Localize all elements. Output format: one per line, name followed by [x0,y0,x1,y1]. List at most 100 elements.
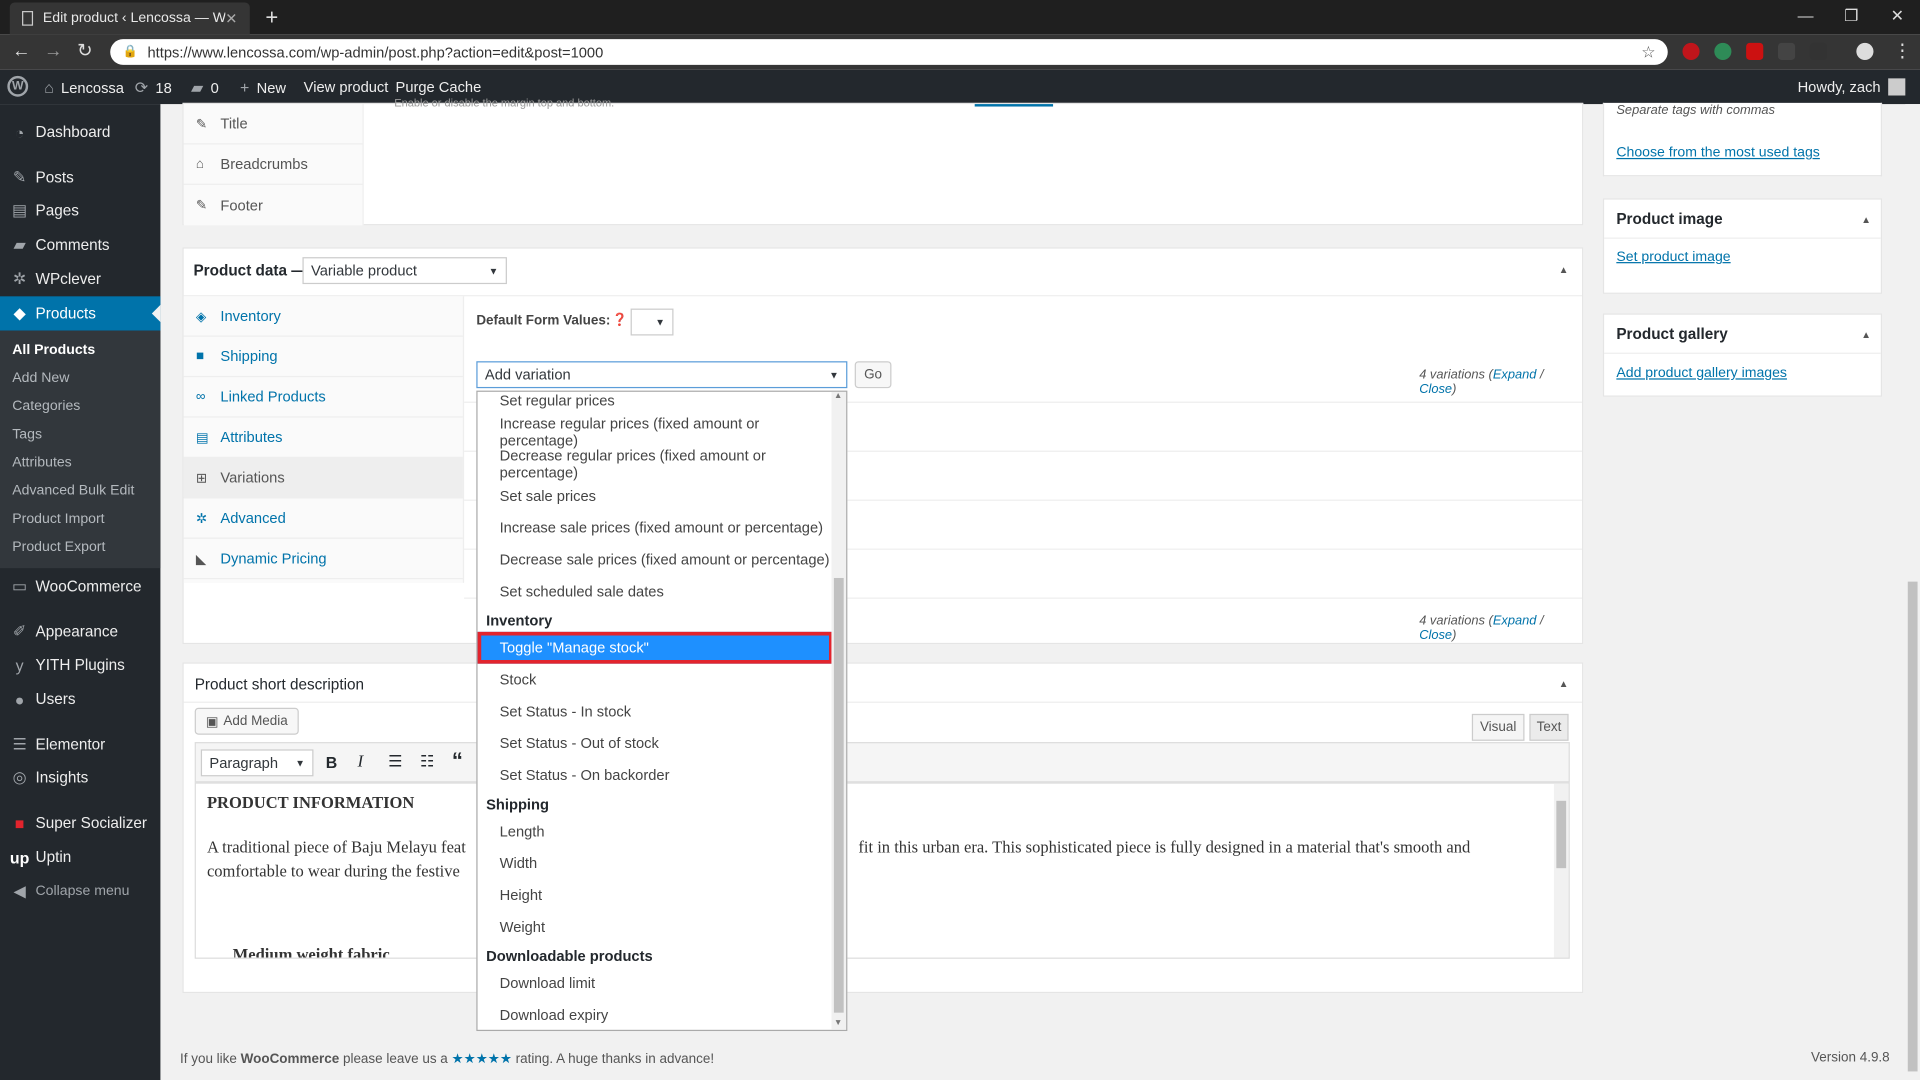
close-tab-icon[interactable]: ✕ [225,10,237,27]
option-status-backorder[interactable]: Set Status - On backorder [478,759,833,791]
option-height[interactable]: Height [478,879,833,911]
option-scheduled-sale[interactable]: Set scheduled sale dates [478,576,833,608]
tab-attributes[interactable]: ▤ Attributes [183,418,463,458]
close-window-icon[interactable]: ✕ [1891,6,1904,26]
product-type-select[interactable]: Variable product ▼ [302,257,507,285]
bulk-action-dropdown[interactable]: Set regular prices Increase regular pric… [476,390,848,1032]
numbered-list-icon[interactable]: ☷ [420,752,434,772]
tab-breadcrumbs[interactable]: ⌂ Breadcrumbs [183,144,363,185]
submenu-categories[interactable]: Categories [12,399,80,414]
menu-insights[interactable]: ◎ Insights [0,760,160,794]
menu-collapse[interactable]: ◀ Collapse menu [0,874,160,908]
page-scrollbar[interactable] [1905,104,1920,1080]
submenu-tags[interactable]: Tags [12,427,42,442]
tab-title[interactable]: ✎ Title [183,104,363,145]
new-link[interactable]: + New [240,78,286,96]
menu-elementor[interactable]: ☰ Elementor [0,727,160,761]
option-status-out-of-stock[interactable]: Set Status - Out of stock [478,727,833,759]
collapse-toggle-icon[interactable]: ▲ [1861,214,1871,225]
option-status-in-stock[interactable]: Set Status - In stock [478,696,833,728]
option-increase-sale[interactable]: Increase sale prices (fixed amount or pe… [478,512,833,544]
minimize-icon[interactable]: — [1798,6,1814,24]
url-field[interactable]: 🔒 https://www.lencossa.com/wp-admin/post… [110,39,1668,65]
scroll-up-icon[interactable]: ▲ [834,392,842,401]
menu-appearance[interactable]: ✐ Appearance [0,615,160,649]
menu-super-socializer[interactable]: ■ Super Socializer [0,806,160,840]
bold-icon[interactable]: B [326,753,337,771]
pin-ext-icon[interactable] [1809,42,1827,61]
opera-ext-icon[interactable] [1682,42,1700,61]
option-download-expiry[interactable]: Download expiry [478,999,833,1030]
option-weight[interactable]: Weight [478,911,833,943]
tab-variations[interactable]: ⊞ Variations [183,457,463,499]
option-decrease-sale[interactable]: Decrease sale prices (fixed amount or pe… [478,544,833,576]
set-product-image-link[interactable]: Set product image [1616,250,1730,265]
blockquote-icon[interactable]: “ [452,748,463,774]
expand-link[interactable]: Expand [1493,367,1537,382]
italic-icon[interactable]: I [358,753,364,773]
scroll-down-icon[interactable]: ▼ [834,1019,842,1028]
tab-shipping[interactable]: ■ Shipping [183,337,463,378]
expand-link[interactable]: Expand [1493,613,1537,628]
new-tab-button[interactable]: + [260,5,284,29]
option-increase-regular[interactable]: Increase regular prices (fixed amount or… [478,415,833,449]
submenu-attributes[interactable]: Attributes [12,456,71,471]
submenu-advanced-bulk-edit[interactable]: Advanced Bulk Edit [12,484,134,499]
restore-icon[interactable]: ❐ [1844,6,1858,26]
menu-dots-icon[interactable]: ⋮ [1893,40,1911,62]
editor-scrollbar[interactable] [1553,783,1569,958]
comments-link[interactable]: ▰ 0 [191,78,219,98]
menu-users[interactable]: ● Users [0,682,160,716]
menu-posts[interactable]: ✎ Posts [0,160,160,194]
option-stock[interactable]: Stock [478,664,833,696]
format-select[interactable]: Paragraph ▼ [200,749,314,777]
text-tab[interactable]: Text [1529,713,1569,741]
option-download-limit[interactable]: Download limit [478,967,833,999]
green-ext-icon[interactable] [1714,42,1732,61]
tab-advanced[interactable]: ✲ Advanced [183,498,463,539]
rating-stars-link[interactable]: ★★★★★ [452,1052,512,1067]
close-link[interactable]: Close [1419,628,1452,643]
site-name-link[interactable]: ⌂ Lencossa [44,78,124,96]
browser-tab[interactable]: Edit product ‹ Lencossa — Word ✕ [9,2,250,35]
tab-footer[interactable]: ✎ Footer [184,185,363,225]
bookmark-star-icon[interactable]: ☆ [1641,42,1655,62]
dropdown-scroll-thumb[interactable] [833,577,844,1013]
tab-inventory[interactable]: ◈ Inventory [183,296,463,337]
bullet-list-icon[interactable]: ☰ [388,752,402,772]
option-width[interactable]: Width [478,847,833,879]
dark-ext-icon[interactable] [1777,42,1796,61]
menu-comments[interactable]: ▰ Comments [0,228,160,262]
menu-dashboard[interactable]: ◔ Dashboard [0,115,160,149]
dropdown-scrollbar[interactable]: ▲ ▼ [831,391,847,1030]
submenu-add-new[interactable]: Add New [12,371,69,386]
tab-dynamic-pricing[interactable]: ◣ Dynamic Pricing [183,539,463,580]
page-scroll-thumb[interactable] [1907,581,1918,1072]
collapse-toggle-icon[interactable]: ▲ [1861,329,1871,340]
visual-tab[interactable]: Visual [1471,713,1525,741]
updates-link[interactable]: ⟳ 18 [135,78,172,98]
menu-uptin[interactable]: up Uptin [0,840,160,874]
editor-scroll-thumb[interactable] [1556,800,1567,869]
forward-icon[interactable]: → [44,40,62,62]
option-set-regular-prices[interactable]: Set regular prices [478,392,833,416]
reload-icon[interactable]: ↻ [77,40,92,62]
bulk-action-select[interactable]: Add variation ▼ [476,361,848,389]
menu-pages[interactable]: ▤ Pages [0,193,160,227]
add-media-button[interactable]: ▣ Add Media [194,707,299,735]
default-form-select[interactable]: ▼ [630,308,674,336]
option-decrease-regular[interactable]: Decrease regular prices (fixed amount or… [478,447,833,481]
go-button[interactable]: Go [854,361,892,389]
tab-linked-products[interactable]: ∞ Linked Products [183,377,463,418]
collapse-toggle-icon[interactable]: ▲ [1559,678,1569,689]
back-icon[interactable]: ← [12,40,30,62]
menu-woocommerce[interactable]: ▭ WooCommerce [0,569,160,603]
add-gallery-images-link[interactable]: Add product gallery images [1616,366,1787,381]
red-ext-icon[interactable] [1746,42,1764,61]
purge-cache-link[interactable]: Purge Cache [396,78,482,95]
option-set-sale-prices[interactable]: Set sale prices [478,480,833,512]
most-used-tags-link[interactable]: Choose from the most used tags [1616,146,1820,161]
submenu-all-products[interactable]: All Products [12,343,95,358]
menu-products[interactable]: ◆ Products [0,296,161,331]
option-toggle-manage-stock[interactable]: Toggle "Manage stock" [477,631,833,664]
